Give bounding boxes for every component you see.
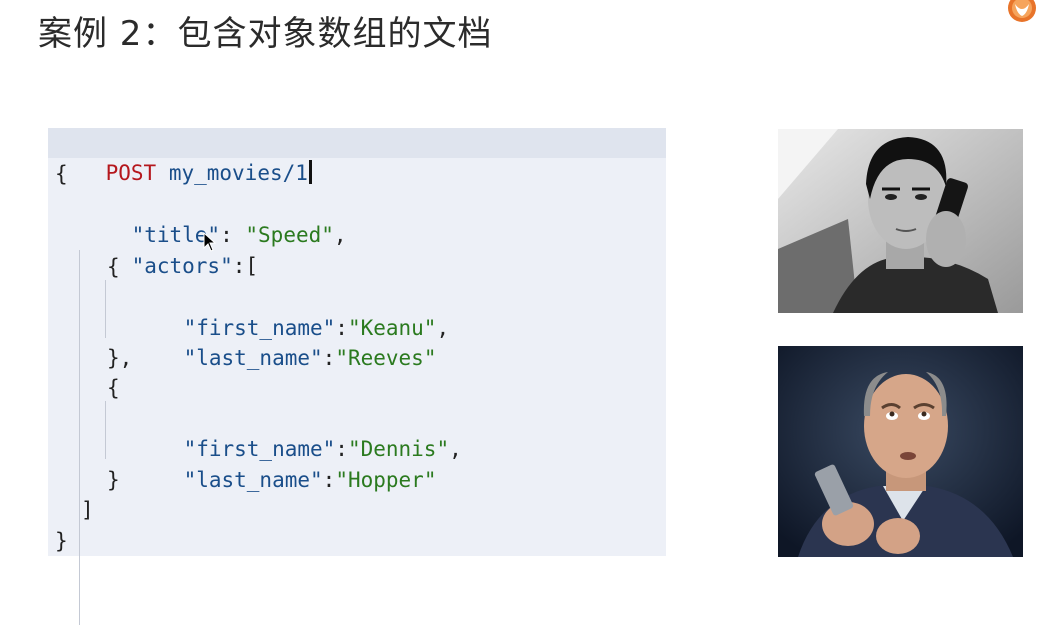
- mouse-pointer-icon: [203, 231, 217, 256]
- json-string: "Hopper": [335, 468, 437, 492]
- http-method: POST: [105, 161, 157, 185]
- text-cursor: [308, 160, 312, 184]
- json-key: "last_name": [183, 346, 323, 370]
- json-key: "last_name": [183, 468, 323, 492]
- comma: ,: [333, 223, 347, 247]
- code-line: "first_name":"Dennis",: [133, 404, 462, 461]
- request-line[interactable]: POST my_movies/1: [55, 128, 312, 185]
- code-line: {: [107, 255, 120, 279]
- code-line: {: [107, 376, 120, 400]
- code-line: "last_name":"Reeves": [133, 313, 437, 370]
- code-line: {: [55, 162, 68, 186]
- comma: ,: [449, 437, 462, 461]
- json-key: "actors": [131, 254, 233, 278]
- code-line: "title": "Speed",: [81, 190, 347, 247]
- colon: :: [322, 346, 336, 370]
- code-line: }: [107, 468, 120, 492]
- colon: :: [232, 254, 246, 278]
- comma: ,: [436, 316, 450, 340]
- json-string: "Reeves": [335, 346, 437, 370]
- slide-title: 案例 2：包含对象数组的文档: [38, 14, 493, 54]
- request-path: my_movies/1: [168, 161, 308, 185]
- keanu-reeves-photo: [778, 129, 1023, 313]
- dennis-hopper-photo: [778, 346, 1023, 557]
- indent-guide: [79, 250, 80, 625]
- code-line: "first_name":"Keanu",: [133, 283, 450, 340]
- colon: :: [322, 468, 336, 492]
- code-line: "actors":[: [81, 221, 258, 278]
- open-bracket: [: [245, 254, 259, 278]
- json-string: "Speed": [245, 223, 334, 247]
- code-line: "last_name":"Hopper": [133, 435, 437, 492]
- code-line: }: [55, 529, 68, 553]
- indent-guide: [105, 401, 106, 459]
- code-editor[interactable]: POST my_movies/1 { "title": "Speed", "ac…: [48, 128, 666, 625]
- elastic-logo-icon: [1000, 0, 1039, 28]
- code-line: },: [107, 346, 133, 370]
- code-line: ]: [81, 498, 94, 522]
